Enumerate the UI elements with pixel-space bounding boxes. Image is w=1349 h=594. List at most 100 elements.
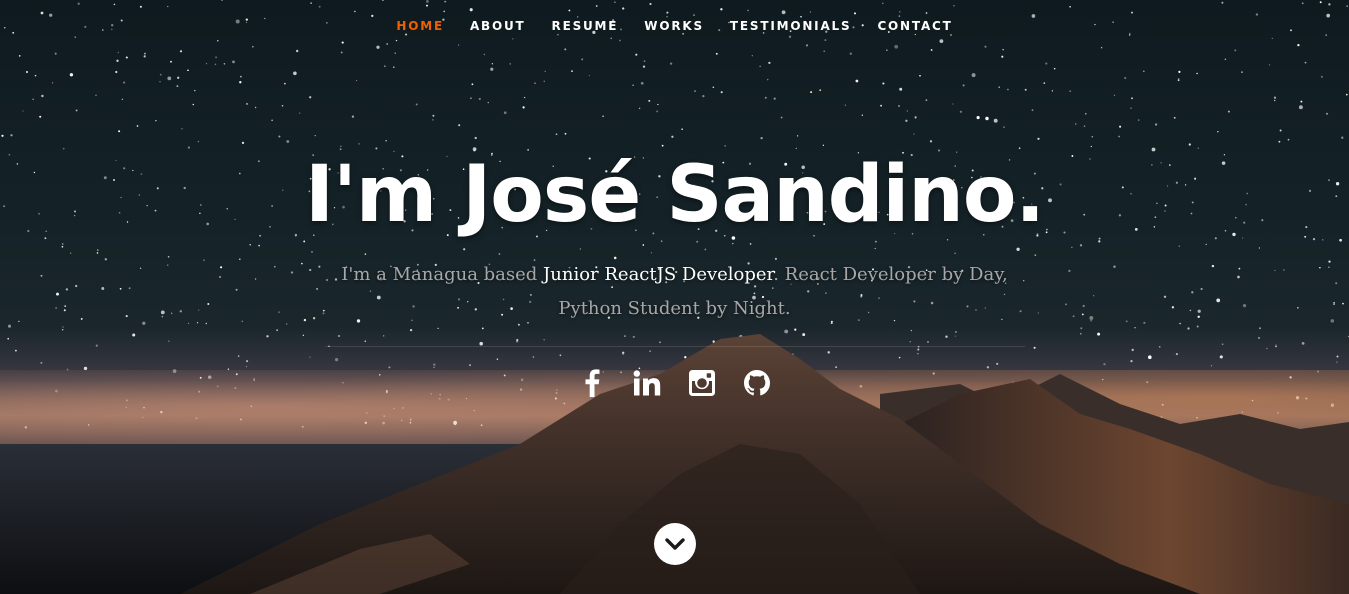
nav-testimonials[interactable]: TESTIMONIALS xyxy=(717,14,865,38)
nav-resume[interactable]: RESUME xyxy=(539,14,632,38)
star xyxy=(1227,110,1230,113)
star xyxy=(880,104,882,107)
star xyxy=(614,1,616,3)
star xyxy=(886,49,888,51)
star xyxy=(694,90,696,92)
star xyxy=(998,86,1000,89)
star xyxy=(702,94,705,98)
star xyxy=(1142,70,1145,73)
star xyxy=(720,91,723,94)
nav-about[interactable]: ABOUT xyxy=(457,14,539,38)
star xyxy=(159,81,161,83)
star xyxy=(18,55,21,57)
star xyxy=(159,73,162,76)
nav-works[interactable]: WORKS xyxy=(631,14,717,38)
star xyxy=(192,103,195,106)
nav-home[interactable]: HOME xyxy=(383,14,457,38)
star xyxy=(181,128,183,130)
star xyxy=(1,134,4,137)
star xyxy=(239,81,242,84)
star xyxy=(669,62,673,65)
star xyxy=(657,103,659,106)
star xyxy=(523,96,526,99)
star xyxy=(962,84,965,87)
star xyxy=(1113,94,1116,96)
star xyxy=(1273,96,1277,99)
star xyxy=(176,85,179,88)
star xyxy=(1100,47,1103,49)
star xyxy=(503,111,507,115)
star xyxy=(51,82,54,84)
star xyxy=(340,51,343,54)
star xyxy=(457,44,460,46)
star xyxy=(113,3,116,6)
star xyxy=(861,114,863,116)
star xyxy=(223,63,226,65)
star xyxy=(426,4,428,7)
instagram-icon[interactable] xyxy=(687,365,717,401)
star xyxy=(635,53,638,56)
star xyxy=(179,50,183,53)
star xyxy=(121,98,124,100)
star xyxy=(395,39,398,42)
star xyxy=(115,70,118,74)
star xyxy=(69,73,74,77)
star xyxy=(144,52,146,55)
star xyxy=(117,51,120,54)
star xyxy=(318,5,321,8)
star xyxy=(1234,49,1237,52)
linkedin-icon[interactable] xyxy=(632,365,662,401)
star xyxy=(1051,90,1054,92)
star xyxy=(1298,105,1303,110)
star xyxy=(952,103,954,105)
github-icon[interactable] xyxy=(742,365,772,401)
star xyxy=(681,128,683,131)
star xyxy=(240,75,242,78)
star xyxy=(1328,3,1331,6)
star xyxy=(906,110,909,112)
star xyxy=(41,94,44,98)
star xyxy=(985,116,989,121)
star xyxy=(221,0,223,2)
star xyxy=(356,79,358,82)
star xyxy=(432,119,434,121)
star xyxy=(296,49,299,53)
star xyxy=(543,80,545,82)
star xyxy=(1003,126,1005,129)
star xyxy=(143,55,146,58)
star xyxy=(905,119,908,122)
star xyxy=(581,58,584,61)
star xyxy=(768,61,771,65)
star xyxy=(1224,58,1227,61)
headline: I'm José Sandino. xyxy=(304,150,1045,240)
star xyxy=(1007,88,1009,91)
star xyxy=(638,107,641,110)
star xyxy=(824,39,827,42)
star xyxy=(1178,70,1181,73)
star xyxy=(471,83,474,86)
star xyxy=(1045,62,1048,65)
star xyxy=(1268,64,1271,66)
star xyxy=(432,114,435,117)
star xyxy=(314,134,316,137)
star xyxy=(381,0,384,2)
star xyxy=(894,44,899,49)
star xyxy=(534,82,536,84)
star xyxy=(959,110,962,113)
star xyxy=(139,5,142,8)
star xyxy=(913,133,915,135)
star xyxy=(458,124,461,127)
nav-contact[interactable]: CONTACT xyxy=(864,14,965,38)
scroll-down-button[interactable] xyxy=(654,523,696,565)
star xyxy=(487,101,489,104)
star xyxy=(309,96,312,99)
star xyxy=(1002,48,1004,51)
star xyxy=(1177,77,1180,80)
star xyxy=(1031,109,1034,111)
star xyxy=(809,11,812,13)
star xyxy=(619,39,621,42)
facebook-icon[interactable] xyxy=(577,365,607,401)
star xyxy=(760,136,763,140)
star xyxy=(1154,123,1158,126)
star xyxy=(384,65,386,67)
